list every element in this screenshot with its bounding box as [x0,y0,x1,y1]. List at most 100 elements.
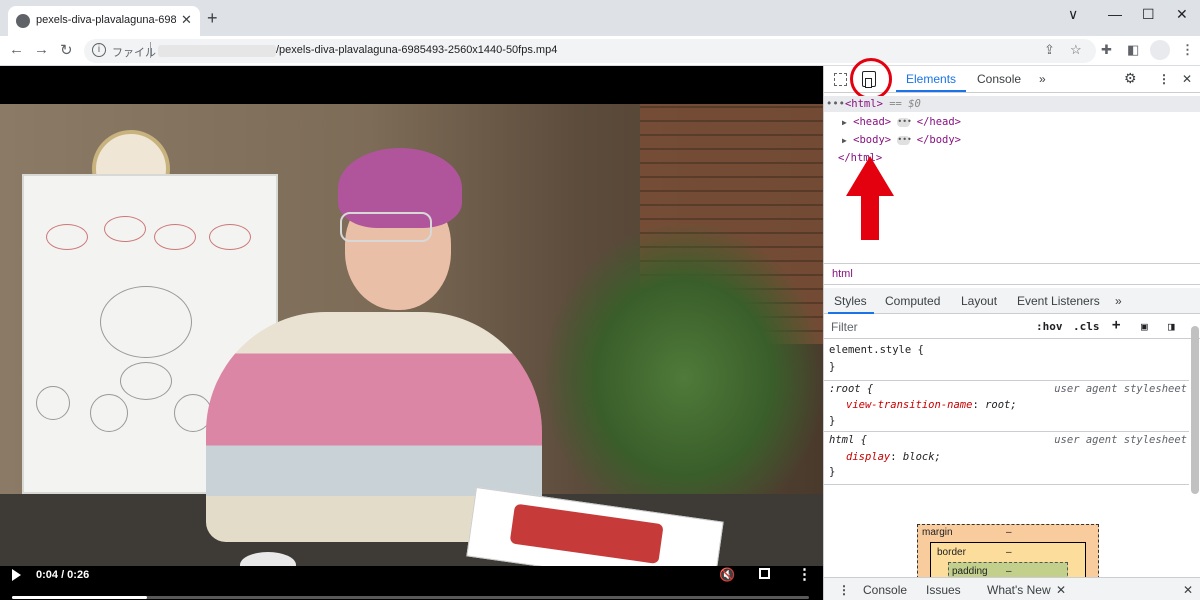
styles-filter-row: :hov .cls + ▣ ◨ [824,315,1200,339]
browser-toolbar: ← → ↻ i ファイル /pexels-diva-plavalaguna-69… [0,36,1200,66]
video-progress-fill [12,596,148,599]
fullscreen-icon[interactable] [759,568,770,579]
red-arrow-shaft [861,194,879,240]
bookmark-star-icon[interactable]: ☆ [1070,42,1082,58]
expand-arrow-icon[interactable]: ▶ [842,118,847,127]
whats-new-close-icon[interactable]: ✕ [1056,583,1066,597]
reload-button[interactable]: ↻ [60,41,73,59]
rule-close: } [829,415,836,427]
body-close-tag: </body> [916,134,962,146]
breadcrumb-html[interactable]: html [832,268,853,280]
style-rule-element[interactable]: element.style { } [824,341,1189,381]
new-tab-button[interactable]: + [207,9,218,27]
class-toggle-button[interactable]: .cls [1073,320,1100,333]
doodle-circle [100,286,192,358]
devtools-toolbar: Elements Console » ⚙ ⋮ ✕ [824,58,1200,100]
rule-selector: :root { [829,383,874,395]
dom-line-body[interactable]: ▶ <body> ••• </body> [842,134,961,146]
rule-source: user agent stylesheet [1054,383,1187,395]
rule-declaration: display: block; [846,451,941,463]
close-drawer-icon[interactable]: ✕ [1183,583,1193,597]
border-label: border [937,547,966,558]
toggle-sidebar-icon[interactable]: ◨ [1168,320,1175,333]
collapsed-ellipsis[interactable]: ••• [897,135,912,145]
red-arrow-head [846,156,894,196]
globe-icon [16,14,30,28]
address-separator [150,42,151,58]
dom-line-html[interactable]: •••<html> == $0 [826,98,921,110]
drawer-tab-whats-new[interactable]: What's New [987,583,1051,597]
tab-layout[interactable]: Layout [961,294,997,308]
doodle-bubble [104,216,146,242]
tab-console[interactable]: Console [977,72,1021,86]
share-icon[interactable]: ⇪ [1044,42,1055,58]
tab-computed[interactable]: Computed [885,294,940,308]
video-more-icon[interactable]: ⋮ [797,565,812,583]
inspect-element-icon[interactable] [834,73,847,86]
styles-more-button[interactable]: » [1115,294,1122,308]
new-rule-button[interactable]: + [1112,317,1120,333]
dom-line-head[interactable]: ▶ <head> ••• </head> [842,116,961,128]
styles-scrollbar[interactable] [1191,326,1199,494]
html-open-tag: <html> [844,98,883,110]
doodle-circle [90,394,128,432]
drawer-tab-issues[interactable]: Issues [926,583,961,597]
expand-arrow-icon[interactable]: ▶ [842,136,847,145]
play-icon[interactable] [12,569,21,581]
more-tabs-button[interactable]: » [1039,72,1046,86]
collapsed-ellipsis[interactable]: ••• [897,117,912,127]
dom-tree: •••<html> == $0 ▶ <head> ••• </head> ▶ <… [824,94,1200,264]
person-glasses [340,212,432,242]
devtools-drawer: ⋮ Console Issues What's New ✕ ✕ [824,577,1200,600]
side-panel-icon[interactable]: ◧ [1127,42,1139,58]
doodle-bubble [46,224,88,250]
minimize-button[interactable]: — [1108,6,1122,22]
padding-label: padding [952,566,988,577]
style-rule-root[interactable]: :root { user agent stylesheet view-trans… [824,381,1189,432]
forward-button[interactable]: → [34,41,49,58]
close-window-button[interactable]: ✕ [1176,6,1188,23]
style-rule-html[interactable]: html { user agent stylesheet display: bl… [824,432,1189,485]
rule-declaration: view-transition-name: root; [846,399,1017,411]
doodle-bubble [209,224,251,250]
rule-selector: html { [829,434,867,446]
drawer-menu-icon[interactable]: ⋮ [838,583,850,597]
extensions-icon[interactable]: ✚ [1101,42,1112,58]
doodle-circle [36,386,70,420]
selected-marker: == $0 [882,98,921,110]
back-button[interactable]: ← [9,41,24,58]
tab-title: pexels-diva-plavalaguna-698549 [36,14,176,26]
tab-event-listeners[interactable]: Event Listeners [1017,294,1100,308]
browser-menu-icon[interactable]: ⋮ [1181,42,1194,58]
tab-styles[interactable]: Styles [834,294,867,308]
rule-close: } [829,361,836,373]
tab-search-icon[interactable]: ∨ [1068,6,1078,23]
active-tab-indicator [896,90,966,92]
tab-strip: pexels-diva-plavalaguna-698549 ✕ + ∨ — ☐… [0,0,1200,36]
browser-tab[interactable]: pexels-diva-plavalaguna-698549 ✕ [8,6,200,36]
maximize-button[interactable]: ☐ [1142,6,1155,23]
devtools-panel: Elements Console » ⚙ ⋮ ✕ •••<html> == $0… [823,58,1200,600]
hover-state-button[interactable]: :hov [1036,320,1063,333]
site-info-icon[interactable]: i [92,43,106,57]
video-player[interactable]: 0:04 / 0:26 🔇 ⋮ [0,66,823,600]
tab-elements[interactable]: Elements [906,72,956,86]
tab-close-icon[interactable]: ✕ [181,12,192,28]
settings-icon[interactable]: ⚙ [1124,70,1137,87]
border-value: – [1006,547,1012,558]
video-time: 0:04 / 0:26 [36,569,90,581]
drawer-tab-console[interactable]: Console [863,583,907,597]
volume-icon[interactable]: 🔇 [719,567,735,583]
doodle-circle [120,362,172,400]
redacted-path [158,45,276,57]
video-progress-track[interactable] [12,596,809,599]
devtools-menu-icon[interactable]: ⋮ [1158,72,1170,86]
styles-filter-input[interactable] [827,318,1027,336]
profile-avatar[interactable] [1150,40,1170,60]
styles-tabbar: Styles Computed Layout Event Listeners » [824,288,1200,314]
head-close-tag: </head> [916,116,962,128]
close-devtools-icon[interactable]: ✕ [1182,72,1192,86]
paint-icon[interactable]: ▣ [1141,320,1148,333]
address-bar[interactable]: i ファイル /pexels-diva-plavalaguna-6985493-… [84,39,1096,63]
body-open-tag: <body> [853,134,892,146]
